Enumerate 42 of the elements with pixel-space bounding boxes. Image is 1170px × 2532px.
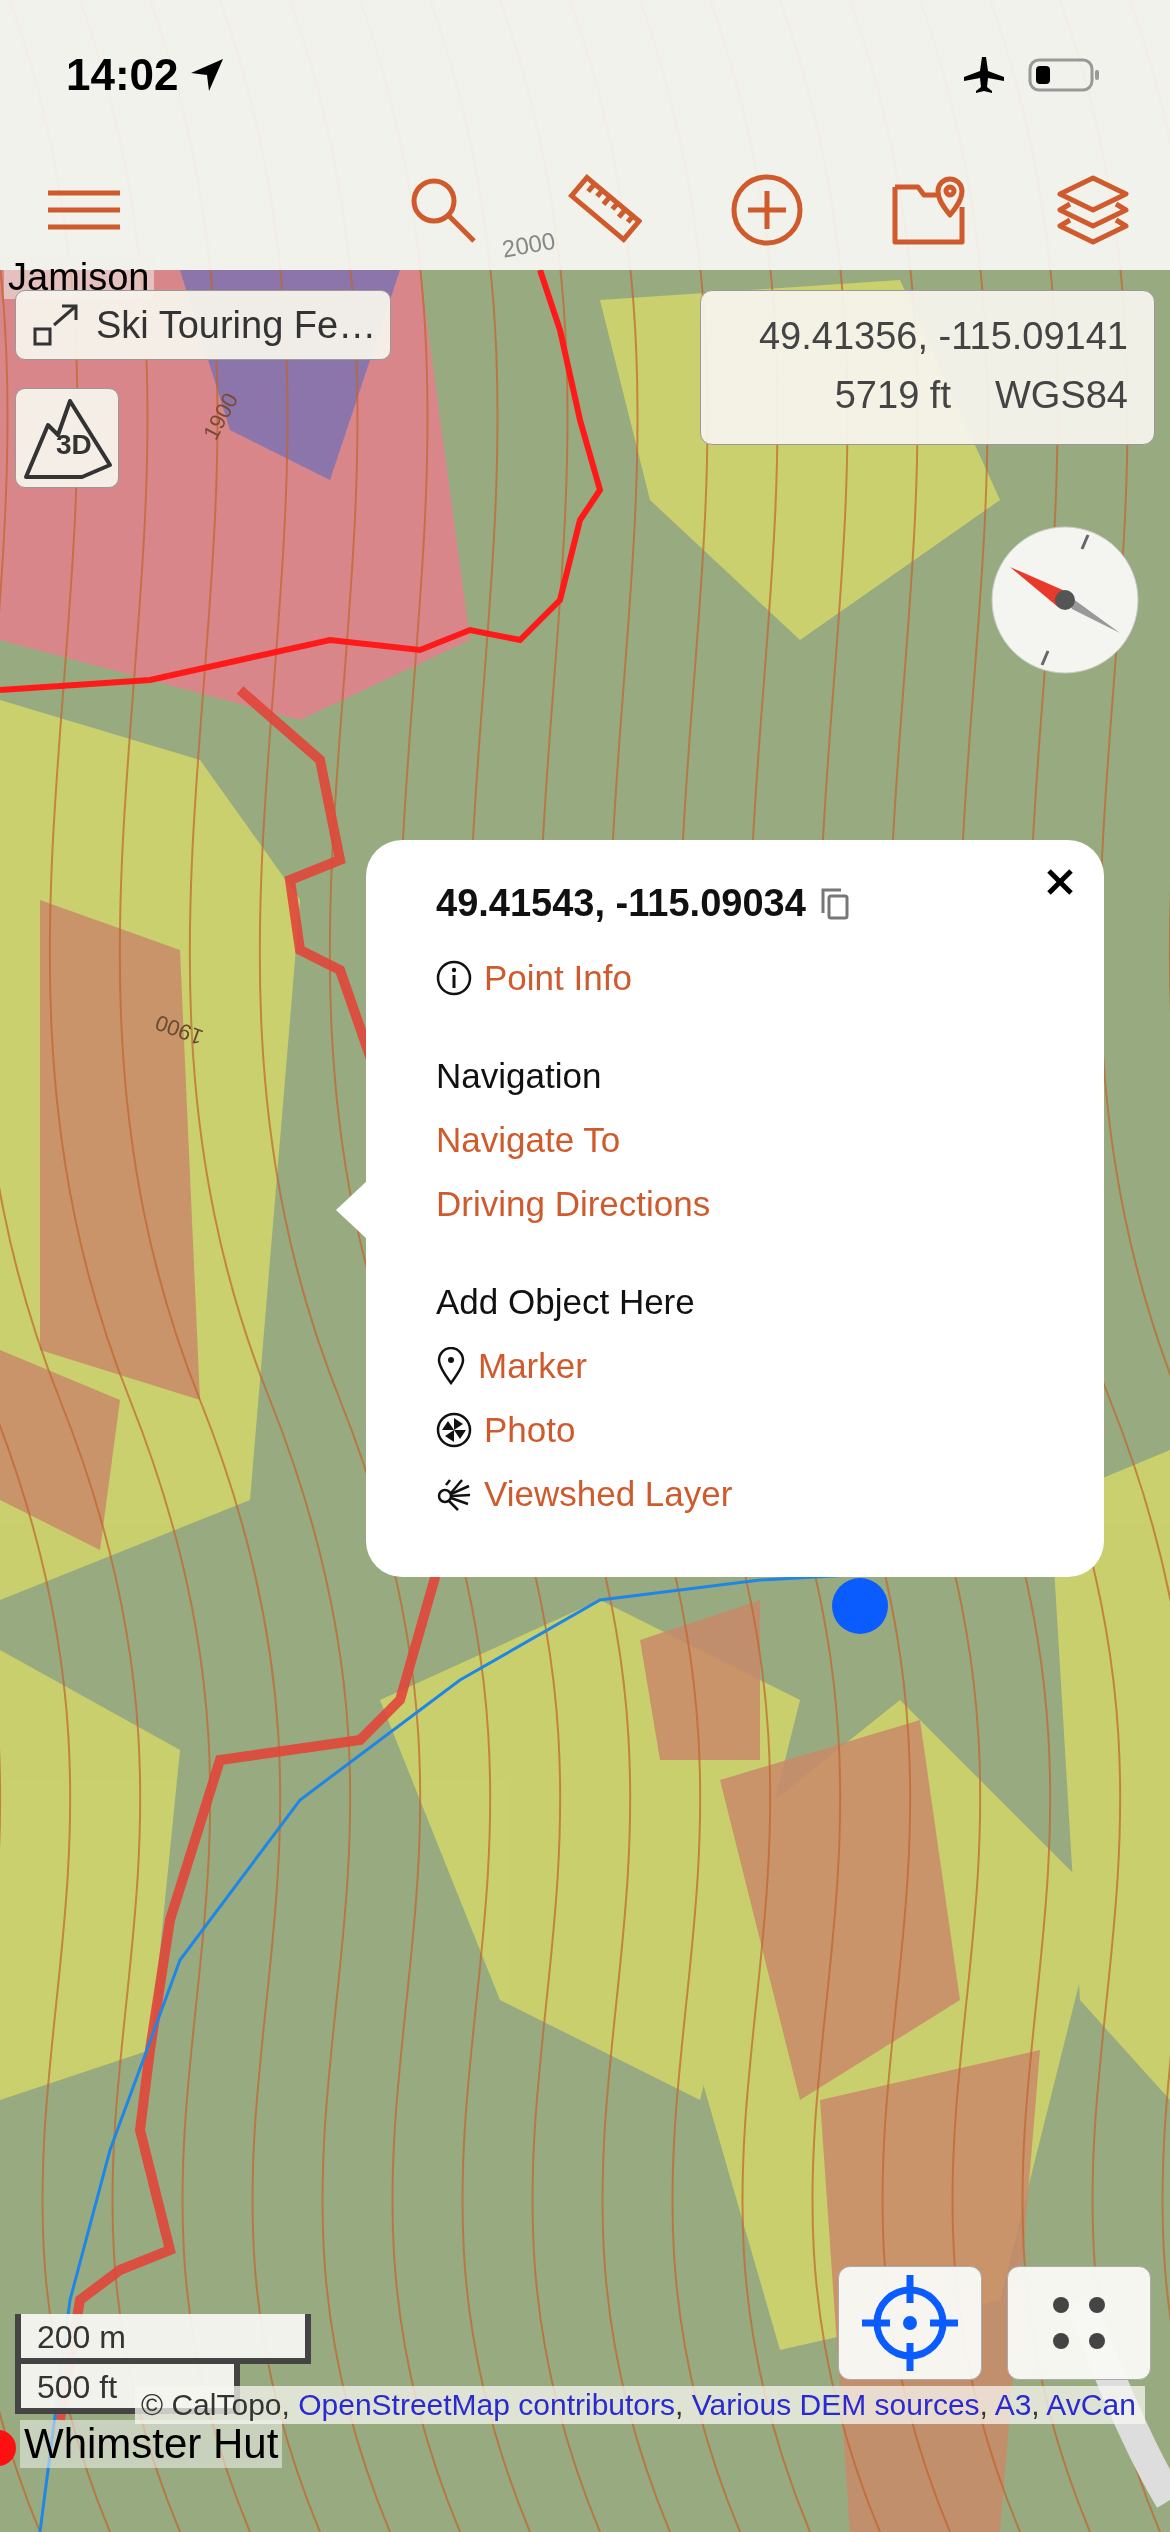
scale-bar: 200 m — [15, 2314, 311, 2364]
menu-link[interactable]: Marker — [478, 1345, 587, 1387]
place-label: Whimster Hut — [20, 2420, 283, 2468]
attribution-link[interactable]: Various DEM sources — [691, 2388, 980, 2421]
add-icon[interactable] — [730, 173, 804, 247]
info-icon — [436, 960, 472, 996]
contour-label: 2000 — [500, 226, 558, 264]
attribution-link[interactable]: OpenStreetMap contributors — [298, 2388, 676, 2421]
attribution-link[interactable]: A3 — [994, 2388, 1032, 2421]
airplane-icon — [962, 55, 1006, 95]
attribution-link[interactable]: AvCan — [1046, 2388, 1136, 2421]
four-dots-icon — [1051, 2295, 1107, 2351]
map-attribution: © CalTopo, OpenStreetMap contributors, Various DEM sources, A3, AvCan — [135, 2386, 1145, 2424]
elevation-text: 5719 ft — [834, 374, 951, 417]
expand-icon — [32, 303, 80, 347]
copy-icon[interactable] — [819, 886, 850, 921]
popup-coordinates: 49.41543, -115.09034 — [436, 882, 806, 925]
layer-button[interactable]: Ski Touring Fe… — [15, 290, 392, 360]
close-icon — [1046, 868, 1074, 896]
layers-icon[interactable] — [1056, 174, 1130, 246]
menu-icon[interactable] — [46, 190, 122, 230]
menu-link[interactable]: Navigate To — [436, 1119, 621, 1161]
pin-icon — [436, 1347, 466, 1385]
folder-pin-icon[interactable] — [892, 175, 968, 245]
menu-link[interactable]: Viewshed Layer — [484, 1473, 733, 1515]
menu-link[interactable]: Driving Directions — [436, 1183, 711, 1225]
aperture-icon — [436, 1412, 472, 1448]
contour-label: 1900 — [198, 388, 244, 445]
locate-button[interactable] — [838, 2266, 982, 2380]
battery-icon — [1028, 58, 1100, 92]
menu-link[interactable]: Point Info — [484, 957, 632, 999]
crosshair-icon — [860, 2273, 960, 2373]
menu-link[interactable]: Photo — [484, 1409, 576, 1451]
cursor-coordinates: 49.41356, -115.09141 — [757, 315, 1128, 358]
3d-view-button[interactable]: 3D — [15, 388, 119, 488]
section-heading: Add Object Here — [436, 1281, 695, 1323]
datum-text: WGS84 — [994, 374, 1128, 417]
section-heading: Navigation — [436, 1055, 602, 1097]
contour-label: 1900 — [152, 1008, 207, 1050]
compass-icon[interactable] — [990, 525, 1140, 675]
more-button[interactable] — [1007, 2266, 1151, 2380]
status-time: 14:02 — [66, 50, 179, 100]
